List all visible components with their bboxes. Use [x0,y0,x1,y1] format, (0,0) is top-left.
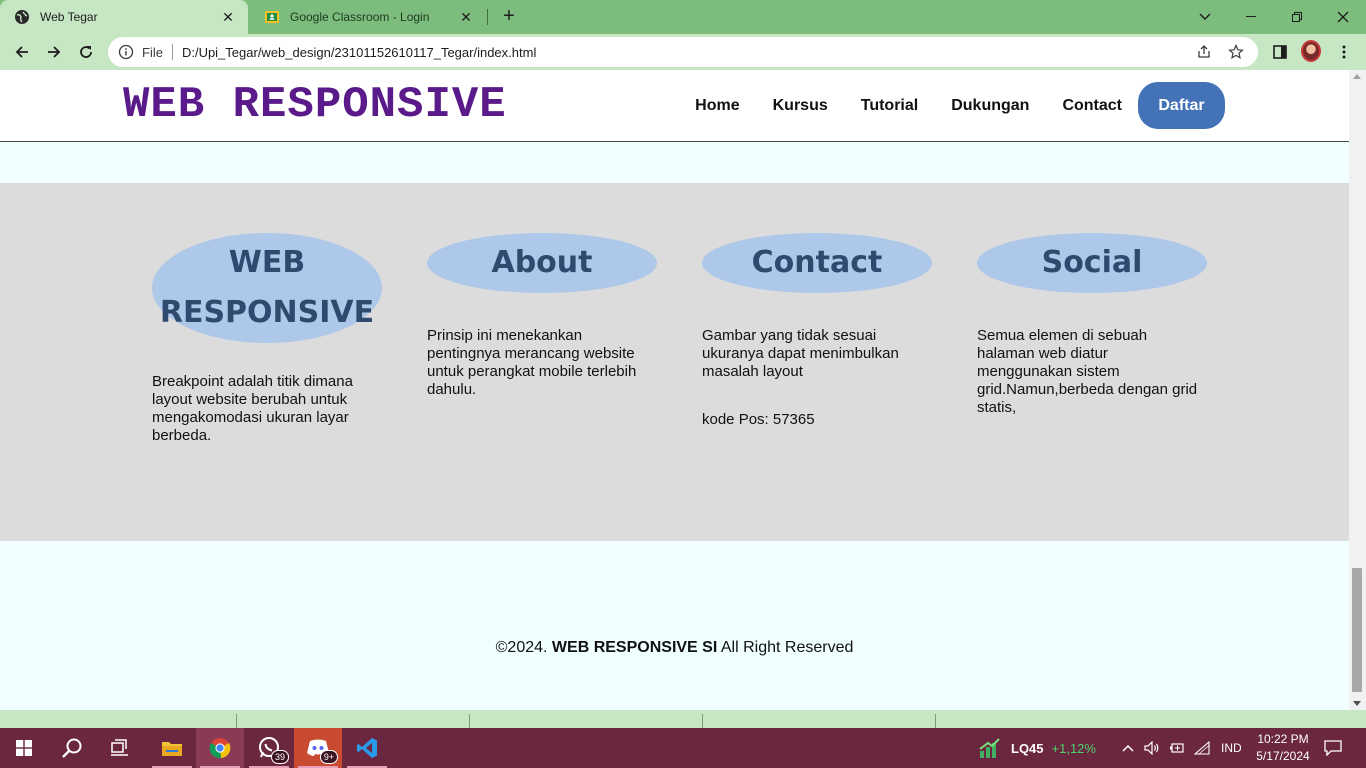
browser-tab-strip: Web Tegar ✕ Google Classroom - Login ✕ + [0,0,1366,34]
restore-icon[interactable] [1274,0,1320,34]
file-explorer-icon[interactable] [148,728,196,768]
postal-code: kode Pos: 57365 [702,411,815,428]
language-indicator[interactable]: IND [1221,728,1242,768]
discord-icon[interactable]: 9+ [294,728,342,768]
browser-toolbar: File D:/Upi_Tegar/web_design/23101152610… [0,34,1366,70]
scroll-up-arrow-icon[interactable] [1353,74,1361,79]
close-tab-icon[interactable]: ✕ [220,9,236,25]
reload-icon[interactable] [73,39,99,65]
tab-separator [487,9,488,25]
site-logo[interactable]: WEB RESPONSIVE [123,80,507,130]
minimize-icon[interactable] [1228,0,1274,34]
footer-text: Breakpoint adalah titik dimana layout we… [152,373,353,444]
google-classroom-icon [265,11,279,23]
footer-column-contact: Contact Gambar yang tidak sesuai ukurany… [702,233,932,429]
stock-widget[interactable]: LQ45 +1,12% [978,728,1096,768]
chrome-icon[interactable] [196,728,244,768]
copyright-suffix: All Right Reserved [717,639,854,656]
footer-column-about: About Prinsip ini menekankan pentingnya … [427,233,657,399]
nav-dukungan[interactable]: Dukungan [951,97,1029,115]
footer-text: Prinsip ini menekankan pentingnya meranc… [427,327,637,398]
address-bar[interactable]: File D:/Upi_Tegar/web_design/23101152610… [108,37,1258,67]
profile-avatar[interactable] [1301,40,1321,62]
nav-kursus[interactable]: Kursus [773,97,828,115]
address-separator [171,44,173,60]
footer-text: Semua elemen di sebuah halaman web diatu… [977,327,1198,416]
show-hidden-icons-chevron-icon[interactable] [1122,728,1134,768]
copyright-text: ©2024. WEB RESPONSIVE SI All Right Reser… [0,639,1349,657]
scroll-down-arrow-icon[interactable] [1353,701,1361,706]
windows-start-icon[interactable] [0,728,48,768]
stock-change: +1,12% [1051,740,1096,756]
footer-heading: WEB RESPONSIVE [152,233,382,343]
volume-icon[interactable] [1144,728,1160,768]
footer-column-web-responsive: WEB RESPONSIVE Breakpoint adalah titik d… [152,233,382,445]
task-view-icon[interactable] [96,728,144,768]
nav-contact[interactable]: Contact [1062,97,1122,115]
footer-info-section: WEB RESPONSIVE Breakpoint adalah titik d… [0,183,1349,541]
footer-column-social: Social Semua elemen di sebuah halaman we… [977,233,1207,417]
vertical-scrollbar[interactable] [1349,70,1366,710]
url-text[interactable]: D:/Upi_Tegar/web_design/23101152610117_T… [182,45,1194,60]
site-header: WEB RESPONSIVE Home Kursus Tutorial Duku… [0,70,1349,142]
notification-icon[interactable] [1324,728,1342,768]
nav-tutorial[interactable]: Tutorial [861,97,918,115]
copyright-brand: WEB RESPONSIVE SI [551,639,718,656]
whatsapp-badge: 39 [271,750,289,764]
language-label: IND [1221,741,1242,755]
browser-bottom-strip [0,710,1366,728]
vscode-icon[interactable] [343,728,391,768]
footer-heading: Social [977,233,1207,293]
tab-google-classroom[interactable]: Google Classroom - Login ✕ [250,0,486,34]
main-nav: Home Kursus Tutorial Dukungan Contact Da… [695,82,1225,129]
daftar-button[interactable]: Daftar [1138,82,1225,129]
menu-kebab-icon[interactable] [1334,42,1354,62]
divider [702,714,703,728]
nav-home[interactable]: Home [695,97,739,115]
battery-icon[interactable] [1169,728,1185,768]
tab-title: Google Classroom - Login [290,10,430,24]
footer-heading: About [427,233,657,293]
back-arrow-icon[interactable] [9,39,35,65]
tab-title: Web Tegar [40,10,98,24]
new-tab-button[interactable]: + [498,6,520,28]
avatar [1301,40,1321,62]
scroll-thumb[interactable] [1352,568,1362,692]
tab-web-tegar[interactable]: Web Tegar ✕ [0,0,248,34]
divider [935,714,936,728]
forward-arrow-icon[interactable] [41,39,67,65]
info-icon[interactable] [118,44,134,60]
whatsapp-icon[interactable]: 39 [245,728,293,768]
close-window-icon[interactable] [1320,0,1366,34]
footer-text: Gambar yang tidak sesuai ukuranya dapat … [702,327,899,380]
copyright-prefix: ©2024. [495,639,552,656]
footer-heading: Contact [702,233,932,293]
page-viewport: WEB RESPONSIVE Home Kursus Tutorial Duku… [0,70,1349,710]
globe-icon [15,10,29,24]
clock[interactable]: 10:22 PM 5/17/2024 [1252,731,1314,765]
close-tab-icon[interactable]: ✕ [458,9,474,25]
divider [236,714,237,728]
search-icon[interactable] [48,728,96,768]
windows-taskbar: 39 9+ LQ45 +1,12% IND 10:22 PM 5/17/2024 [0,728,1366,768]
share-icon[interactable] [1194,42,1214,62]
clock-time: 10:22 PM [1257,732,1309,746]
bookmark-star-icon[interactable] [1226,42,1246,62]
scheme-label: File [142,44,163,60]
side-panel-icon[interactable] [1270,42,1290,62]
network-icon[interactable] [1194,728,1210,768]
discord-badge: 9+ [320,750,338,764]
stock-chart-icon [979,738,1000,758]
divider [469,714,470,728]
clock-date: 5/17/2024 [1256,749,1310,763]
tab-search-chevron-icon[interactable] [1182,0,1228,34]
stock-name: LQ45 [1011,740,1044,756]
